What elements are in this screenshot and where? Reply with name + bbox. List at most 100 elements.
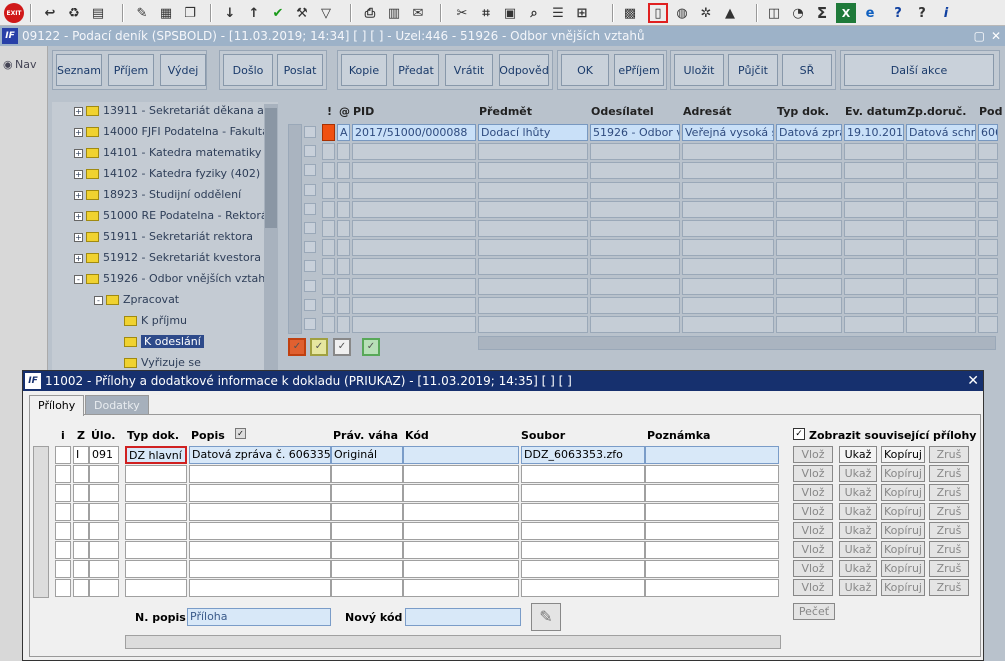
folder-icon[interactable]: ▤ bbox=[88, 3, 108, 23]
excel-icon[interactable]: X bbox=[836, 3, 856, 23]
grid-cell-pid[interactable] bbox=[352, 258, 476, 276]
attachment-kopiruj-button[interactable]: Kopíruj bbox=[881, 484, 925, 501]
attachment-cell-z[interactable] bbox=[73, 579, 89, 597]
grid-cell-zpusob[interactable] bbox=[906, 200, 976, 218]
attachment-cell-popis[interactable] bbox=[189, 465, 331, 483]
attachment-cell-ulo[interactable] bbox=[89, 541, 119, 559]
grid-cell-typ[interactable]: Datová zpráv bbox=[776, 124, 842, 141]
grid-cell-zpusob[interactable] bbox=[906, 277, 976, 295]
grid-cell-pod[interactable] bbox=[978, 316, 998, 333]
attachment-cell-typ[interactable]: DZ hlavní bbox=[125, 446, 187, 464]
grid-cell-predmet[interactable] bbox=[478, 316, 588, 333]
grid-cell-adresat[interactable] bbox=[682, 162, 774, 180]
attachment-cell-ulo[interactable] bbox=[89, 560, 119, 578]
attachment-cell-i[interactable] bbox=[55, 465, 71, 483]
whats-this-icon[interactable]: ? bbox=[912, 3, 932, 23]
grid-cell-datum[interactable] bbox=[844, 277, 904, 295]
tree-expander-icon[interactable]: - bbox=[74, 274, 83, 284]
attachment-cell-soubor[interactable] bbox=[521, 484, 645, 502]
grid-cell-zpusob[interactable] bbox=[906, 296, 976, 314]
grid-cell-odesilatel[interactable] bbox=[590, 277, 680, 295]
tree-item[interactable]: +51000 RE Podatelna - Rektorát bbox=[74, 207, 272, 225]
attachment-cell-vaha[interactable] bbox=[331, 522, 403, 540]
document-icon[interactable]: ▯ bbox=[648, 3, 668, 23]
attachment-kopiruj-button[interactable]: Kopíruj bbox=[881, 522, 925, 539]
action-button-10[interactable]: OK bbox=[561, 54, 609, 86]
tree-expander-icon[interactable]: + bbox=[74, 106, 83, 116]
show-related-checkbox[interactable]: ✓ bbox=[793, 428, 805, 440]
tab-prilohy[interactable]: Přílohy bbox=[29, 395, 85, 416]
dialog-header-poznamka[interactable]: Poznámka bbox=[647, 429, 710, 442]
attachment-cell-typ[interactable] bbox=[125, 522, 187, 540]
grid-cell-predmet[interactable] bbox=[478, 296, 588, 314]
attachment-cell-ulo[interactable] bbox=[89, 503, 119, 521]
pages-icon[interactable]: ▦ bbox=[156, 3, 176, 23]
attachment-ukaz-button[interactable]: Ukaž bbox=[839, 484, 877, 501]
attachment-cell-typ[interactable] bbox=[125, 541, 187, 559]
filter-icon[interactable]: ▽ bbox=[316, 3, 336, 23]
attachment-cell-kod[interactable] bbox=[403, 446, 519, 464]
grid-cell-predmet[interactable] bbox=[478, 181, 588, 199]
grid-cell-pid[interactable] bbox=[352, 316, 476, 333]
grid-cell-pod[interactable] bbox=[978, 143, 998, 161]
grid-cell-adresat[interactable] bbox=[682, 277, 774, 295]
grid-cell-predmet[interactable] bbox=[478, 277, 588, 295]
grid-cell-predmet[interactable] bbox=[478, 258, 588, 276]
grid-cell-pod[interactable] bbox=[978, 277, 998, 295]
paint-icon[interactable]: ✎ bbox=[132, 3, 152, 23]
dialog-header-z[interactable]: Z bbox=[77, 429, 85, 442]
attachment-cell-typ[interactable] bbox=[125, 560, 187, 578]
grid-header-attach[interactable]: @ bbox=[339, 105, 350, 119]
grid-cell-odesilatel[interactable] bbox=[590, 258, 680, 276]
attachment-cell-i[interactable] bbox=[55, 484, 71, 502]
grid-cell-pid[interactable] bbox=[352, 200, 476, 218]
grid-cell-datum[interactable] bbox=[844, 200, 904, 218]
attachment-zrus-button[interactable]: Zruš bbox=[929, 560, 969, 577]
grid-cell-datum[interactable] bbox=[844, 181, 904, 199]
attachment-vloz-button[interactable]: Vlož bbox=[793, 446, 833, 463]
attachments-scrollbar[interactable] bbox=[33, 446, 49, 598]
grid-cell-adresat[interactable] bbox=[682, 143, 774, 161]
grid-header-datum[interactable]: Ev. datum bbox=[845, 105, 907, 119]
attachment-cell-kod[interactable] bbox=[403, 465, 519, 483]
grid-cell-zpusob[interactable] bbox=[906, 181, 976, 199]
grid-cell-zpusob[interactable] bbox=[906, 258, 976, 276]
attachment-cell-kod[interactable] bbox=[403, 503, 519, 521]
popis-checkbox-icon[interactable]: ✓ bbox=[235, 428, 246, 439]
attachment-cell-i[interactable] bbox=[55, 503, 71, 521]
grid-cell-typ[interactable] bbox=[776, 143, 842, 161]
tree-item[interactable]: +51911 - Sekretariát rektora bbox=[74, 228, 253, 246]
attachment-cell-z[interactable] bbox=[73, 503, 89, 521]
attachment-cell-vaha[interactable] bbox=[331, 503, 403, 521]
attachment-cell-kod[interactable] bbox=[403, 541, 519, 559]
dashboard-icon[interactable]: ▩ bbox=[620, 3, 640, 23]
grid-cell-predmet[interactable] bbox=[478, 220, 588, 237]
action-button-14[interactable]: SŘ bbox=[782, 54, 832, 86]
attachment-cell-soubor[interactable]: DDZ_6063353.zfo bbox=[521, 446, 645, 464]
attachment-cell-kod[interactable] bbox=[403, 484, 519, 502]
grid-header-typ[interactable]: Typ dok. bbox=[777, 105, 829, 119]
sort-az-icon[interactable]: ↓ bbox=[220, 3, 240, 23]
grid-cell-adresat[interactable] bbox=[682, 200, 774, 218]
grid-cell-odesilatel[interactable] bbox=[590, 239, 680, 257]
grid-cell-typ[interactable] bbox=[776, 200, 842, 218]
globe-icon[interactable]: ◍ bbox=[672, 3, 692, 23]
grid-cell-predmet[interactable] bbox=[478, 200, 588, 218]
copy-icon[interactable]: ❐ bbox=[180, 3, 200, 23]
attachment-cell-i[interactable] bbox=[55, 522, 71, 540]
attachment-cell-poznamka[interactable] bbox=[645, 503, 779, 521]
attachment-cell-soubor[interactable] bbox=[521, 503, 645, 521]
attachment-cell-soubor[interactable] bbox=[521, 541, 645, 559]
tree-expander-icon[interactable]: + bbox=[74, 190, 83, 200]
attachment-cell-typ[interactable] bbox=[125, 579, 187, 597]
tree-expander-icon[interactable]: - bbox=[94, 295, 103, 305]
attachment-cell-vaha[interactable]: Originál bbox=[331, 446, 403, 464]
attachment-cell-z[interactable] bbox=[73, 465, 89, 483]
grid-header-zpusob[interactable]: Zp.doruč. bbox=[907, 105, 966, 119]
dialog-header-typ[interactable]: Typ dok. bbox=[127, 429, 179, 442]
action-button-12[interactable]: Uložit bbox=[674, 54, 724, 86]
tree-item[interactable]: +18923 - Studijní oddělení bbox=[74, 186, 241, 204]
action-button-13[interactable]: Půjčit bbox=[728, 54, 778, 86]
grid-cell-typ[interactable] bbox=[776, 162, 842, 180]
grid-cell-typ[interactable] bbox=[776, 316, 842, 333]
